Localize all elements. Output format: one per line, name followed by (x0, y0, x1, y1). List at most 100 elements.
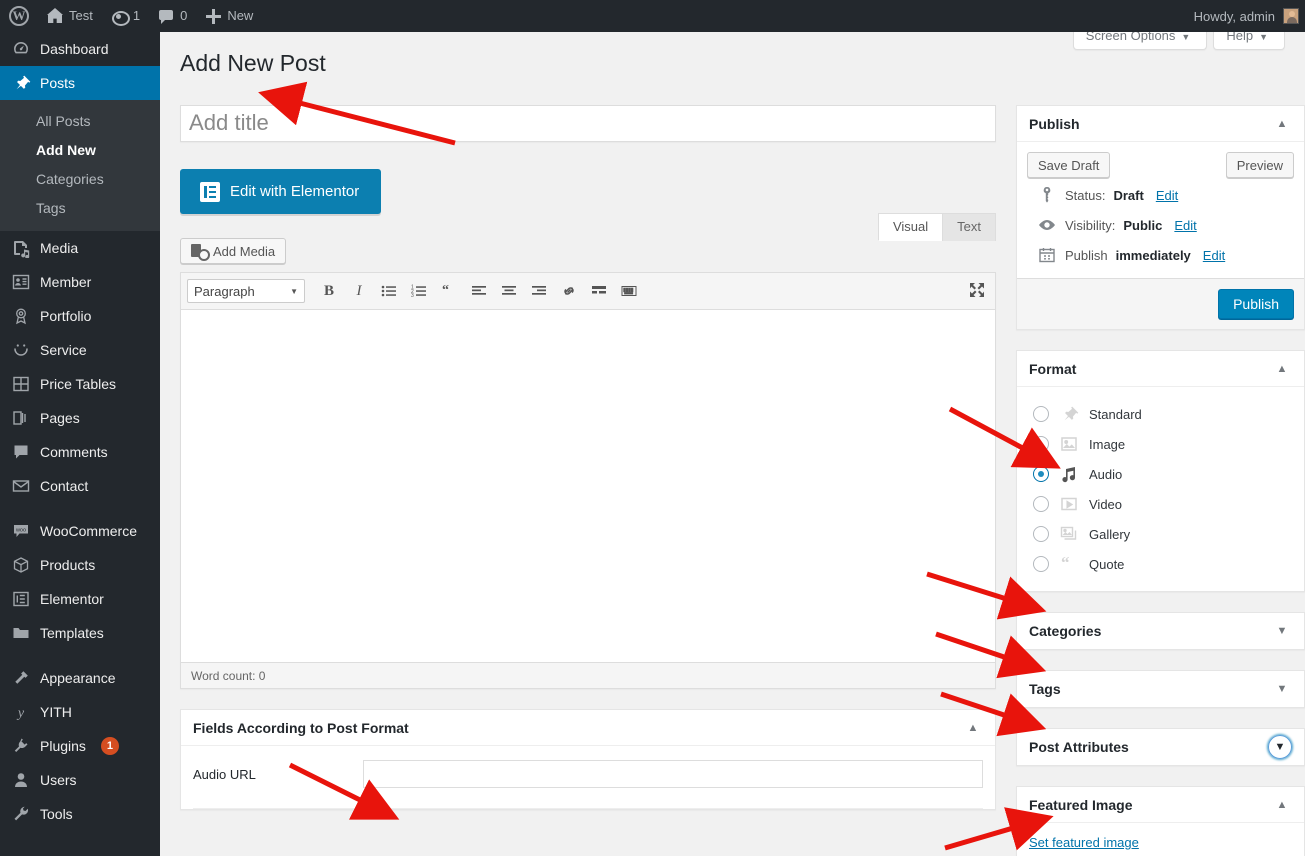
sidebar-item-dashboard[interactable]: Dashboard (0, 32, 160, 66)
post-title-input[interactable] (181, 105, 995, 142)
format-option-audio[interactable]: Audio (1029, 459, 1292, 489)
sidebar-item-add-new[interactable]: Add New (0, 136, 160, 165)
sidebar-item-member[interactable]: Member (0, 265, 160, 299)
bulleted-list-icon[interactable] (375, 278, 403, 304)
sidebar-item-products[interactable]: Products (0, 548, 160, 582)
radio-quote[interactable] (1033, 556, 1049, 572)
tab-visual[interactable]: Visual (878, 213, 943, 241)
distraction-free-icon[interactable] (967, 280, 987, 300)
align-right-icon[interactable] (525, 278, 553, 304)
account-menu[interactable]: Howdy, admin (1194, 0, 1305, 32)
pin-icon (11, 73, 31, 93)
chevron-up-icon[interactable]: ▲ (1272, 118, 1292, 130)
format-option-standard[interactable]: Standard (1029, 399, 1292, 429)
publish-button[interactable]: Publish (1218, 289, 1294, 319)
keyboard-shortcuts-icon[interactable] (615, 278, 643, 304)
site-name-menu[interactable]: Test (38, 0, 102, 32)
sidebar-item-elementor[interactable]: Elementor (0, 582, 160, 616)
status-label: Status: (1065, 188, 1105, 203)
screen-options-button[interactable]: Screen Options▼ (1073, 32, 1208, 50)
sidebar-item-media[interactable]: Media (0, 231, 160, 265)
align-center-icon[interactable] (495, 278, 523, 304)
calendar-icon (1037, 245, 1057, 265)
numbered-list-icon[interactable]: 123 (405, 278, 433, 304)
radio-standard[interactable] (1033, 406, 1049, 422)
align-left-icon[interactable] (465, 278, 493, 304)
blockquote-icon[interactable]: “ (435, 278, 463, 304)
format-option-quote[interactable]: “ Quote (1029, 549, 1292, 579)
edit-with-elementor-button[interactable]: Edit with Elementor (180, 169, 381, 214)
sidebar-item-portfolio[interactable]: Portfolio (0, 299, 160, 333)
sidebar-item-all-posts[interactable]: All Posts (0, 107, 160, 136)
chevron-up-icon[interactable]: ▲ (963, 722, 983, 734)
format-option-image[interactable]: Image (1029, 429, 1292, 459)
updates-menu[interactable]: 1 (102, 0, 149, 32)
edit-visibility-link[interactable]: Edit (1174, 218, 1196, 233)
sidebar-item-yith[interactable]: y YITH (0, 695, 160, 729)
sidebar-item-contact[interactable]: Contact (0, 469, 160, 503)
sidebar-item-pages[interactable]: Pages (0, 401, 160, 435)
audio-url-input[interactable] (363, 760, 983, 788)
radio-gallery[interactable] (1033, 526, 1049, 542)
sidebar-item-price-tables[interactable]: Price Tables (0, 367, 160, 401)
sidebar-item-service[interactable]: Service (0, 333, 160, 367)
yith-icon: y (11, 702, 31, 722)
format-box-header[interactable]: Format ▲ (1017, 351, 1304, 387)
sidebar-item-tools[interactable]: Tools (0, 797, 160, 831)
chevron-down-icon[interactable]: ▼ (1268, 735, 1292, 759)
radio-audio[interactable] (1033, 466, 1049, 482)
paragraph-format-select[interactable]: Paragraph ▼ (187, 279, 305, 303)
sidebar-item-categories[interactable]: Categories (0, 165, 160, 194)
radio-image[interactable] (1033, 436, 1049, 452)
chevron-down-icon[interactable]: ▼ (1272, 683, 1292, 695)
sidebar-item-plugins[interactable]: Plugins 1 (0, 729, 160, 763)
chevron-up-icon[interactable]: ▲ (1272, 799, 1292, 811)
categories-box-header[interactable]: Categories ▼ (1017, 613, 1304, 649)
tags-box-header[interactable]: Tags ▼ (1017, 671, 1304, 707)
link-icon[interactable] (555, 278, 583, 304)
save-draft-button[interactable]: Save Draft (1027, 152, 1110, 178)
elementor-icon (200, 182, 220, 202)
fields-box-header[interactable]: Fields According to Post Format ▲ (181, 710, 995, 746)
svg-text:woo: woo (15, 528, 26, 534)
read-more-icon[interactable] (585, 278, 613, 304)
sidebar-item-woocommerce[interactable]: woo WooCommerce (0, 514, 160, 548)
post-title-wrap (180, 105, 996, 142)
add-media-button[interactable]: Add Media (180, 238, 286, 264)
format-option-video[interactable]: Video (1029, 489, 1292, 519)
chevron-down-icon: ▼ (290, 287, 298, 296)
tab-text[interactable]: Text (942, 213, 996, 241)
publish-box-header[interactable]: Publish ▲ (1017, 106, 1304, 142)
bold-icon[interactable]: B (315, 278, 343, 304)
sidebar-item-users[interactable]: Users (0, 763, 160, 797)
new-content-menu[interactable]: New (196, 0, 262, 32)
sidebar-item-appearance[interactable]: Appearance (0, 661, 160, 695)
sidebar-item-label: Service (40, 342, 87, 358)
edit-publish-date-link[interactable]: Edit (1203, 248, 1225, 263)
post-attributes-box-header[interactable]: Post Attributes ▼ (1017, 729, 1304, 765)
editor-content-area[interactable] (181, 310, 995, 662)
woocommerce-icon: woo (11, 521, 31, 541)
sidebar-item-posts[interactable]: Posts (0, 66, 160, 100)
radio-video[interactable] (1033, 496, 1049, 512)
italic-icon[interactable]: I (345, 278, 373, 304)
featured-image-box-header[interactable]: Featured Image ▲ (1017, 787, 1304, 823)
publish-timing: immediately (1116, 248, 1191, 263)
sidebar-item-templates[interactable]: Templates (0, 616, 160, 650)
site-name-label: Test (69, 0, 93, 32)
wordpress-logo-menu[interactable]: W (0, 0, 38, 32)
preview-button[interactable]: Preview (1226, 152, 1294, 178)
tags-box-title: Tags (1029, 681, 1061, 697)
set-featured-image-link[interactable]: Set featured image (1029, 835, 1139, 850)
sidebar-item-tags[interactable]: Tags (0, 194, 160, 223)
sidebar-item-label: Products (40, 557, 95, 573)
sidebar-item-comments[interactable]: Comments (0, 435, 160, 469)
elementor-icon (11, 589, 31, 609)
help-button[interactable]: Help▼ (1213, 32, 1285, 50)
chevron-down-icon[interactable]: ▼ (1272, 625, 1292, 637)
edit-status-link[interactable]: Edit (1156, 188, 1178, 203)
new-label: New (227, 0, 253, 32)
format-option-gallery[interactable]: Gallery (1029, 519, 1292, 549)
chevron-up-icon[interactable]: ▲ (1272, 363, 1292, 375)
comments-menu[interactable]: 0 (149, 0, 196, 32)
